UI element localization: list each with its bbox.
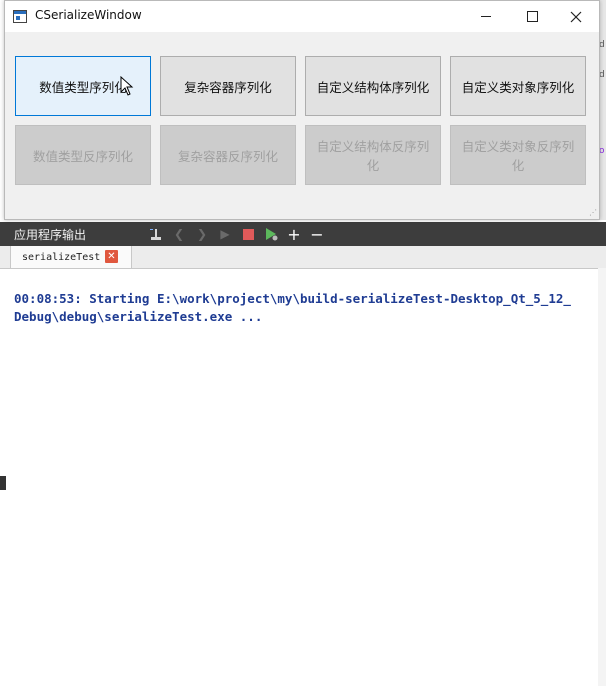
window-title: CSerializeWindow [35,8,142,22]
container-deserialize-button[interactable]: 复杂容器反序列化 [160,125,296,185]
application-output-text: 00:08:53: Starting E:\work\project\my\bu… [14,290,606,326]
stop-icon[interactable] [238,224,258,244]
application-output-header: 应用程序输出 ❮ ❯ ▶ + − [0,222,606,246]
container-serialize-button[interactable]: 复杂容器序列化 [160,56,296,116]
resize-grip-icon[interactable]: ⋰ [589,208,597,217]
maximize-icon [526,11,538,22]
tab-serializetest[interactable]: serializeTest ✕ [10,246,132,268]
class-object-serialize-button[interactable]: 自定义类对象序列化 [450,56,586,116]
debug-run-icon[interactable] [261,224,281,244]
run-icon[interactable]: ▶ [215,224,235,244]
background-left-mark [0,476,6,490]
output-line: Debug\debug\serializeTest.exe ... [14,309,263,324]
tab-label: serializeTest [22,251,101,263]
window-titlebar: CSerializeWindow [5,1,599,32]
close-icon [570,11,582,22]
arrow-left-icon[interactable]: ❮ [169,224,189,244]
broom-icon[interactable] [146,224,166,244]
tab-close-icon[interactable]: ✕ [105,250,118,263]
output-line: 00:08:53: Starting E:\work\project\my\bu… [14,291,571,306]
minimize-button[interactable] [463,1,509,32]
struct-serialize-button[interactable]: 自定义结构体序列化 [305,56,441,116]
mouse-cursor-icon [120,76,134,96]
serialize-window: CSerializeWindow 数值类型序列化 复杂容器序列化 自定义结构体序… [4,0,600,220]
arrow-right-icon[interactable]: ❯ [192,224,212,244]
minus-icon[interactable]: − [307,224,327,244]
output-scroll-area-edge [598,268,606,686]
close-button[interactable] [553,1,599,32]
class-object-deserialize-button[interactable]: 自定义类对象反序列化 [450,125,586,185]
plus-icon[interactable]: + [284,224,304,244]
application-output-title: 应用程序输出 [14,227,87,242]
app-icon [13,10,27,23]
output-tab-bar: serializeTest ✕ [0,246,606,269]
window-client-area: 数值类型序列化 复杂容器序列化 自定义结构体序列化 自定义类对象序列化 数值类型… [5,32,599,219]
struct-deserialize-button[interactable]: 自定义结构体反序列化 [305,125,441,185]
minimize-icon [481,16,491,17]
numeric-deserialize-button[interactable]: 数值类型反序列化 [15,125,151,185]
maximize-button[interactable] [509,1,555,32]
